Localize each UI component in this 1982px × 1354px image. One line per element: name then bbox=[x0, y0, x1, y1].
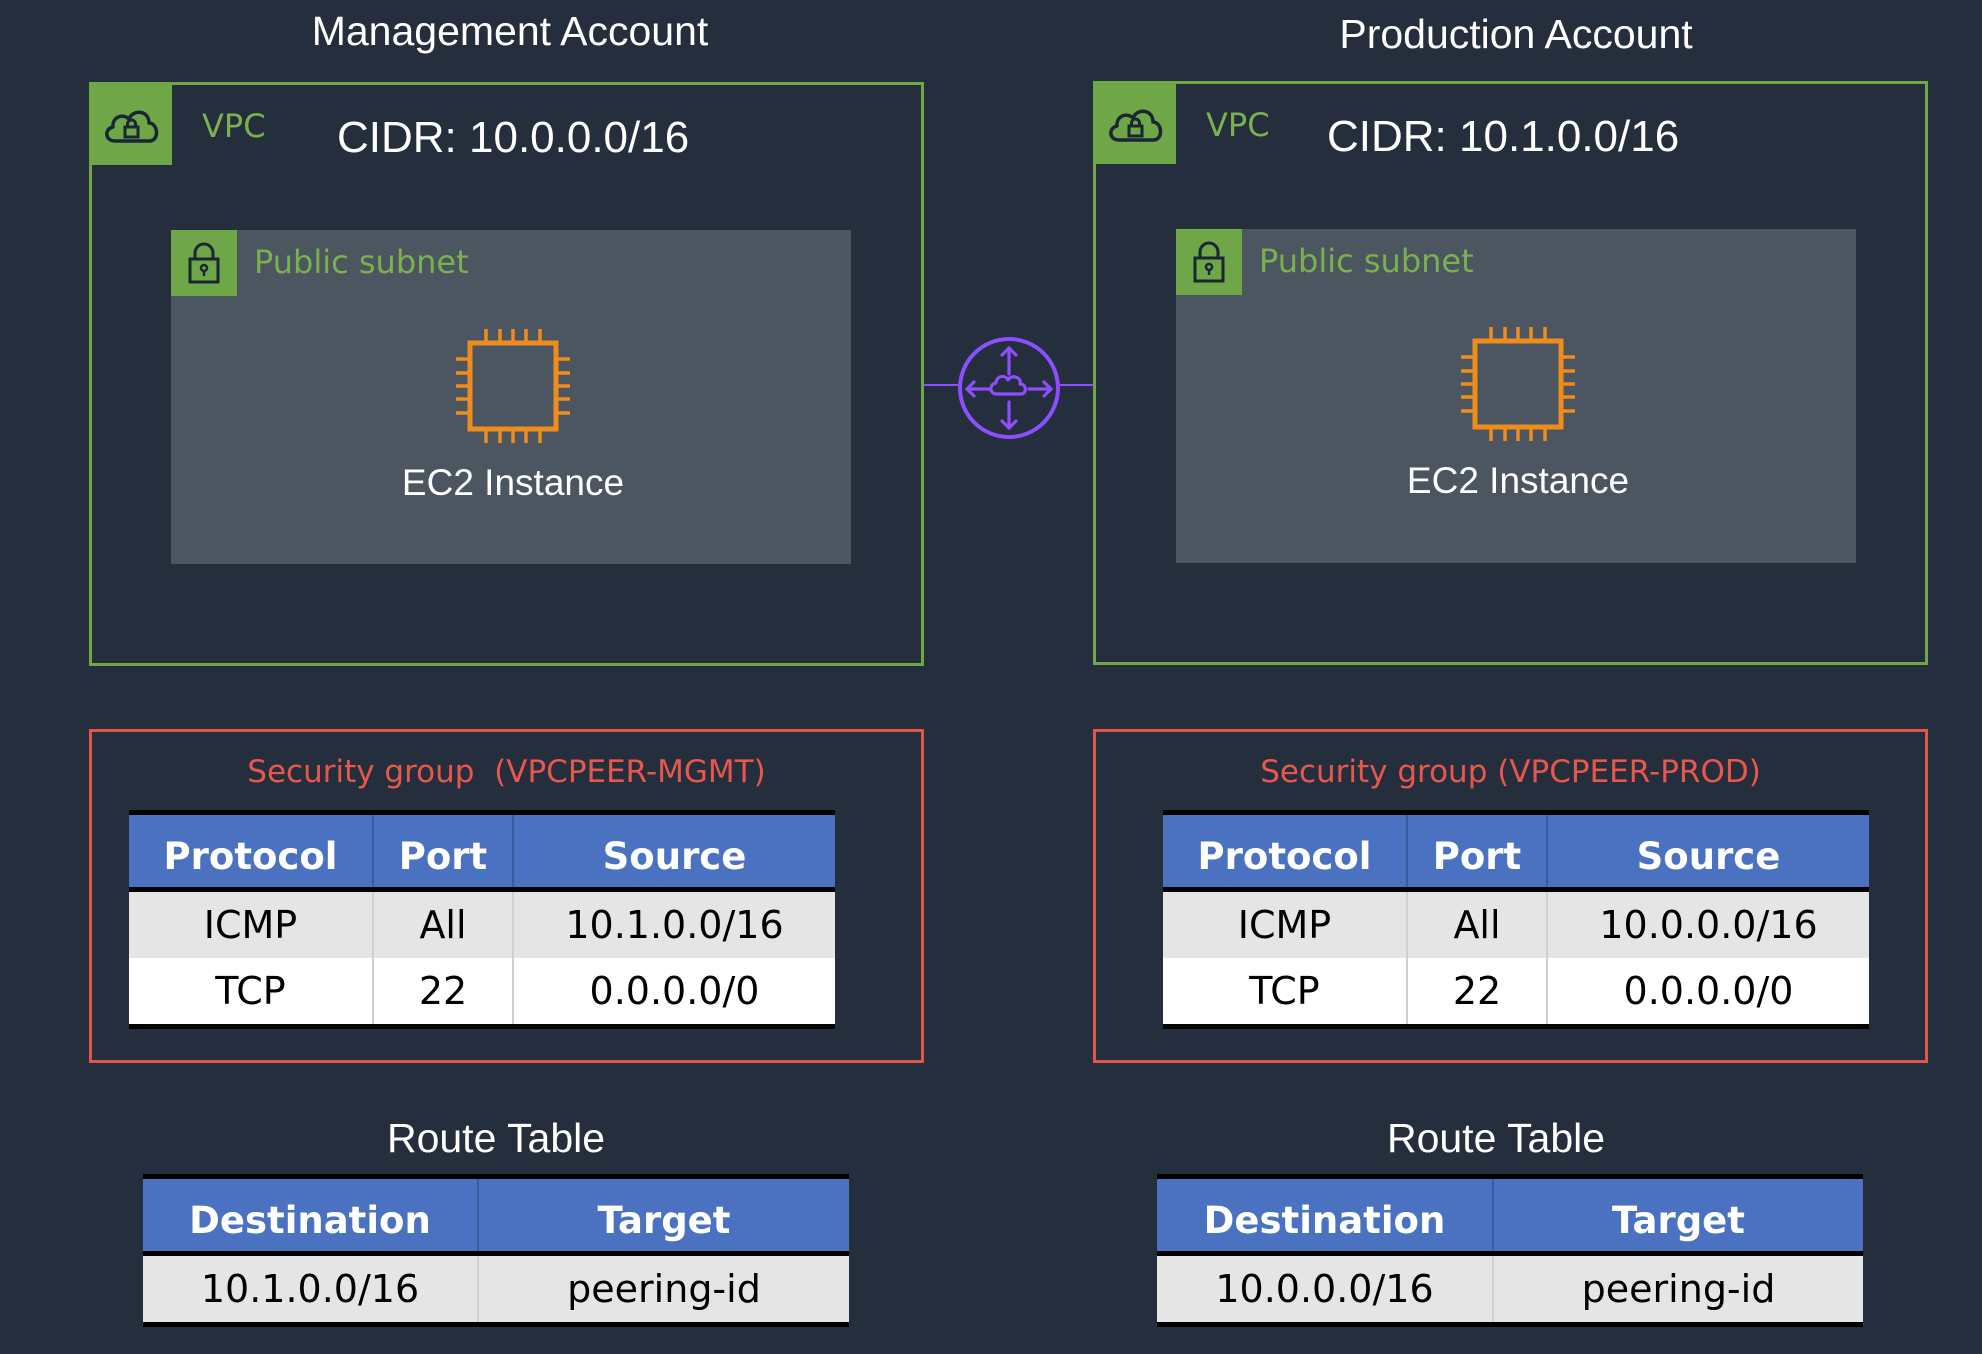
column-header: Protocol bbox=[1163, 810, 1407, 892]
table-cell: ICMP bbox=[129, 889, 373, 958]
production-vpc: VPC CIDR: 10.1.0.0/16 Public subnet EC2 … bbox=[1093, 81, 1928, 665]
column-header: Destination bbox=[143, 1174, 478, 1256]
vpc-cloud-lock-icon bbox=[1096, 84, 1176, 164]
table-row: 10.0.0.0/16 peering-id bbox=[1157, 1253, 1863, 1327]
table-cell: 0.0.0.0/0 bbox=[1546, 958, 1869, 1029]
vpc-label: VPC bbox=[202, 107, 266, 145]
production-account-title: Production Account bbox=[1339, 11, 1693, 57]
subnet-label: Public subnet bbox=[254, 243, 469, 281]
column-header: Target bbox=[1492, 1174, 1863, 1256]
column-header: Port bbox=[1406, 810, 1547, 892]
management-public-subnet: Public subnet EC2 Instance bbox=[171, 230, 851, 564]
vpc-cidr: CIDR: 10.1.0.0/16 bbox=[1327, 112, 1680, 161]
security-group-title: Security group (VPCPEER-MGMT) bbox=[247, 754, 766, 790]
table-row: TCP 22 0.0.0.0/0 bbox=[129, 958, 835, 1029]
management-vpc: VPC CIDR: 10.0.0.0/16 Public subnet EC2 … bbox=[89, 82, 924, 666]
ec2-instance-label: EC2 Instance bbox=[401, 462, 625, 503]
table-cell: peering-id bbox=[1492, 1253, 1863, 1327]
table-cell: 0.0.0.0/0 bbox=[512, 958, 835, 1029]
table-cell: 22 bbox=[372, 958, 513, 1029]
route-table-title: Route Table bbox=[386, 1115, 606, 1161]
table-cell: ICMP bbox=[1163, 889, 1407, 958]
production-route-table: Destination Target 10.0.0.0/16 peering-i… bbox=[1157, 1174, 1863, 1327]
route-table-title: Route Table bbox=[1386, 1115, 1606, 1161]
production-security-group: Security group (VPCPEER-PROD) Protocol P… bbox=[1093, 729, 1928, 1063]
column-header: Target bbox=[477, 1174, 849, 1256]
table-cell: 10.1.0.0/16 bbox=[143, 1253, 478, 1327]
subnet-label: Public subnet bbox=[1259, 242, 1474, 280]
security-group-table: Protocol Port Source ICMP All 10.1.0.0/1… bbox=[129, 810, 835, 1029]
table-row: TCP 22 0.0.0.0/0 bbox=[1163, 958, 1869, 1029]
column-header: Port bbox=[372, 810, 513, 892]
ec2-chip-icon bbox=[456, 329, 570, 443]
column-header: Destination bbox=[1157, 1174, 1493, 1256]
table-cell: peering-id bbox=[477, 1253, 849, 1327]
ec2-instance-label: EC2 Instance bbox=[1406, 460, 1630, 501]
table-cell: All bbox=[372, 889, 513, 958]
column-header: Protocol bbox=[129, 810, 373, 892]
security-group-title: Security group (VPCPEER-PROD) bbox=[1260, 754, 1761, 790]
padlock-icon bbox=[171, 230, 237, 296]
management-security-group: Security group (VPCPEER-MGMT) Protocol P… bbox=[89, 729, 924, 1063]
table-cell: 10.1.0.0/16 bbox=[512, 889, 835, 958]
table-row: 10.1.0.0/16 peering-id bbox=[143, 1253, 849, 1327]
ec2-chip-icon bbox=[1461, 327, 1575, 441]
production-public-subnet: Public subnet EC2 Instance bbox=[1176, 229, 1856, 563]
table-cell: TCP bbox=[129, 958, 373, 1029]
column-header: Source bbox=[1546, 810, 1869, 892]
table-cell: TCP bbox=[1163, 958, 1407, 1029]
vpc-peering-icon bbox=[958, 337, 1060, 439]
padlock-icon bbox=[1176, 229, 1242, 295]
management-account-title: Management Account bbox=[311, 8, 709, 54]
table-cell: All bbox=[1406, 889, 1547, 958]
table-cell: 10.0.0.0/16 bbox=[1157, 1253, 1493, 1327]
management-route-table: Destination Target 10.1.0.0/16 peering-i… bbox=[143, 1174, 849, 1327]
security-group-table: Protocol Port Source ICMP All 10.0.0.0/1… bbox=[1163, 810, 1869, 1029]
table-cell: 10.0.0.0/16 bbox=[1546, 889, 1869, 958]
table-cell: 22 bbox=[1406, 958, 1547, 1029]
column-header: Source bbox=[512, 810, 835, 892]
table-row: ICMP All 10.0.0.0/16 bbox=[1163, 889, 1869, 958]
table-row: ICMP All 10.1.0.0/16 bbox=[129, 889, 835, 958]
vpc-cidr: CIDR: 10.0.0.0/16 bbox=[337, 113, 690, 162]
vpc-label: VPC bbox=[1206, 106, 1270, 144]
vpc-cloud-lock-icon bbox=[92, 85, 172, 165]
